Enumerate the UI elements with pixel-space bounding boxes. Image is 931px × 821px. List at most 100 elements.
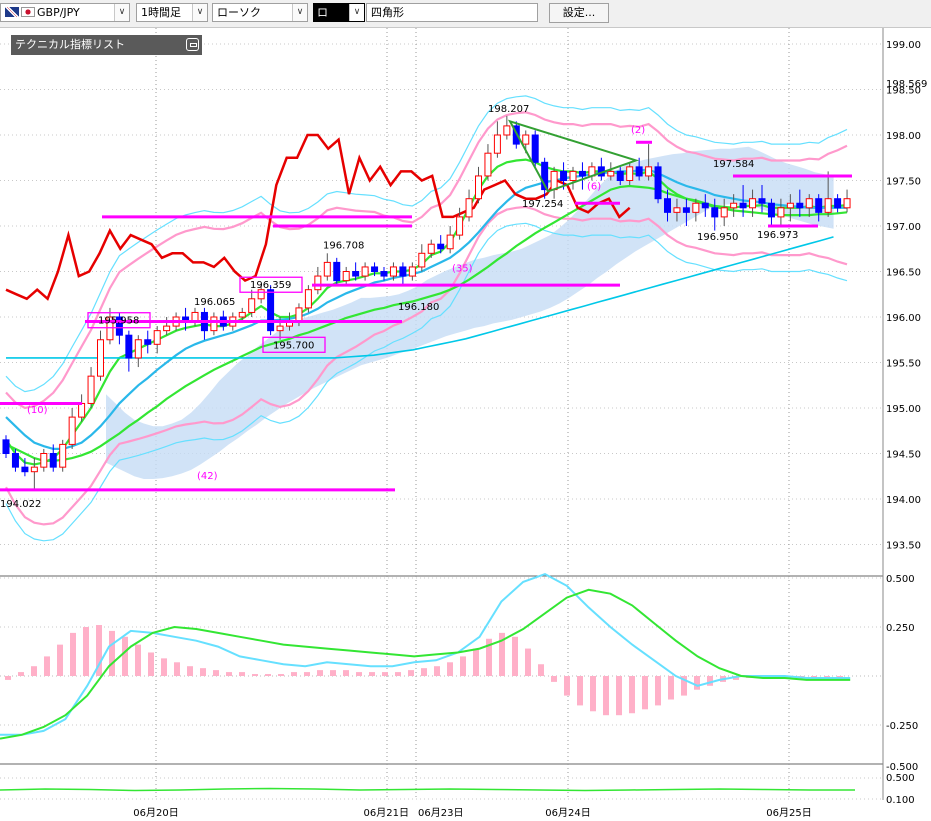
price-tick-label: 194.00 — [886, 495, 921, 506]
macd-histogram-bar — [382, 672, 388, 676]
price-tick-label: 195.50 — [886, 359, 921, 370]
macd-histogram-bar — [187, 666, 193, 676]
macd-histogram-bar — [265, 674, 271, 676]
candle-body — [843, 198, 851, 209]
candle-body — [720, 207, 728, 218]
macd-histogram-bar — [447, 662, 453, 676]
date-label: 06月20日 — [133, 807, 178, 819]
macd-histogram-bar — [161, 658, 167, 676]
macd-histogram-bar — [5, 676, 11, 680]
price-annotation: 195.958 — [98, 316, 139, 327]
candle-body — [125, 334, 133, 359]
macd-histogram-bar — [252, 674, 258, 676]
price-annotation: 197.584 — [713, 159, 754, 170]
candle-body — [739, 202, 747, 209]
lower-indicator-line — [0, 787, 855, 792]
macd-histogram-bar — [694, 676, 700, 690]
drawing-tool-name-field[interactable]: 四角形 — [366, 3, 538, 22]
macd-histogram-bar — [525, 648, 531, 676]
candle-body — [796, 202, 804, 209]
lower-tick-label: 0.100 — [886, 795, 915, 806]
drawing-tool-button[interactable]: ロ ∨ — [313, 3, 365, 22]
macd-histogram-bar — [434, 666, 440, 676]
price-annotation: 196.973 — [757, 230, 798, 241]
candle-body — [30, 466, 38, 473]
price-tick-label: 197.50 — [886, 177, 921, 188]
candle-body — [569, 170, 577, 181]
currency-pair-label: GBP/JPY — [37, 6, 80, 19]
candle-body — [295, 307, 303, 323]
macd-histogram-bar — [668, 676, 674, 700]
indicator-list-panel[interactable]: テクニカル指標リスト — [11, 35, 202, 55]
candle-body — [210, 316, 218, 332]
uk-flag-icon — [5, 7, 19, 17]
macd-histogram-bar — [148, 652, 154, 676]
chart-style-select[interactable]: ローソク ∨ — [212, 3, 308, 22]
macd-histogram-bar — [317, 670, 323, 676]
candle-body — [49, 453, 57, 468]
candle-body — [805, 198, 813, 209]
candle-body — [730, 202, 738, 209]
macd-histogram-bar — [57, 644, 63, 676]
wave-count-label: (2) — [631, 125, 645, 136]
price-annotation: 196.065 — [194, 297, 235, 308]
candle-body — [664, 198, 671, 213]
price-annotation: 194.022 — [0, 499, 41, 510]
candle-body — [607, 170, 615, 177]
candle-body — [465, 198, 473, 218]
macd-histogram-bar — [369, 672, 375, 676]
macd-histogram-bar — [356, 672, 362, 676]
lower-tick-label: -0.500 — [886, 762, 918, 773]
candle-body — [758, 198, 766, 204]
candle-body — [654, 166, 662, 200]
lower-tick-label: 0.500 — [886, 773, 915, 784]
candle-body — [97, 339, 104, 377]
candle-body — [11, 453, 19, 468]
candle-body — [446, 234, 454, 250]
candle-body — [352, 271, 360, 277]
macd-histogram-bar — [122, 636, 128, 676]
currency-pair-select[interactable]: GBP/JPY ∨ — [0, 3, 130, 22]
macd-histogram-bar — [278, 674, 284, 676]
candle-body — [456, 216, 464, 236]
macd-histogram-bar — [135, 644, 141, 676]
candle-body — [578, 170, 586, 177]
candle-body — [163, 325, 171, 332]
candle-body — [701, 202, 709, 209]
candle-body — [144, 339, 152, 345]
price-tick-label: 198.50 — [886, 86, 921, 97]
macd-histogram-bar — [642, 676, 648, 710]
chart-style-label: ローソク — [217, 6, 261, 19]
macd-histogram-bar — [174, 662, 180, 676]
macd-histogram-bar — [239, 672, 245, 676]
candle-body — [304, 289, 312, 309]
macd-histogram-bar — [18, 672, 24, 676]
candle-body — [645, 166, 653, 177]
candle-body — [2, 439, 10, 455]
wave-count-label: (10) — [27, 405, 48, 416]
candle-body — [503, 125, 511, 136]
candle-body — [380, 271, 388, 277]
price-tick-label: 196.50 — [886, 268, 921, 279]
macd-histogram-bar — [421, 668, 427, 676]
candle-body — [78, 402, 86, 418]
price-tick-label: 194.50 — [886, 450, 921, 461]
candle-body — [786, 202, 794, 209]
candle-body — [408, 266, 416, 277]
candle-body — [59, 443, 67, 468]
candle-body — [361, 266, 369, 277]
price-annotation: 196.359 — [250, 280, 291, 291]
chart-area: 199.00198.569198.50198.00197.50197.00196… — [0, 28, 927, 819]
candle-body — [389, 266, 397, 277]
candle-body — [342, 271, 350, 282]
collapse-icon[interactable] — [186, 38, 199, 51]
candle-body — [682, 207, 690, 213]
macd-histogram-bar — [330, 670, 336, 676]
candle-body — [815, 198, 823, 213]
macd-tick-label: 0.500 — [886, 574, 915, 585]
macd-histogram-bar — [564, 676, 570, 696]
settings-button[interactable]: 設定... — [549, 3, 609, 23]
timeframe-select[interactable]: 1時間足 ∨ — [136, 3, 208, 22]
price-tick-label: 197.00 — [886, 222, 921, 233]
macd-tick-label: 0.250 — [886, 623, 915, 634]
